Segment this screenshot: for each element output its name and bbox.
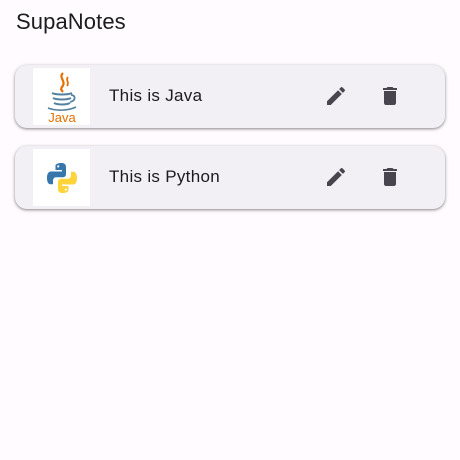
- trash-icon: [383, 87, 397, 105]
- note-text: This is Java: [109, 86, 203, 105]
- java-logo-label: Java: [48, 110, 76, 124]
- app-title: SupaNotes: [16, 9, 126, 34]
- pencil-icon: [327, 167, 346, 186]
- delete-button[interactable]: [373, 79, 407, 113]
- trash-icon: [383, 168, 397, 186]
- edit-button[interactable]: [319, 160, 353, 194]
- note-card[interactable]: Java This is Java: [15, 65, 445, 128]
- notes-list: Java This is Java This is Python: [15, 65, 445, 227]
- note-card[interactable]: This is Python: [15, 146, 445, 209]
- note-image: [33, 149, 90, 206]
- java-logo-icon: Java: [47, 71, 76, 124]
- note-image: Java: [33, 68, 90, 125]
- python-logo-icon: [46, 162, 77, 193]
- delete-button[interactable]: [373, 160, 407, 194]
- edit-button[interactable]: [319, 79, 353, 113]
- pencil-icon: [327, 86, 346, 105]
- note-text: This is Python: [109, 167, 220, 186]
